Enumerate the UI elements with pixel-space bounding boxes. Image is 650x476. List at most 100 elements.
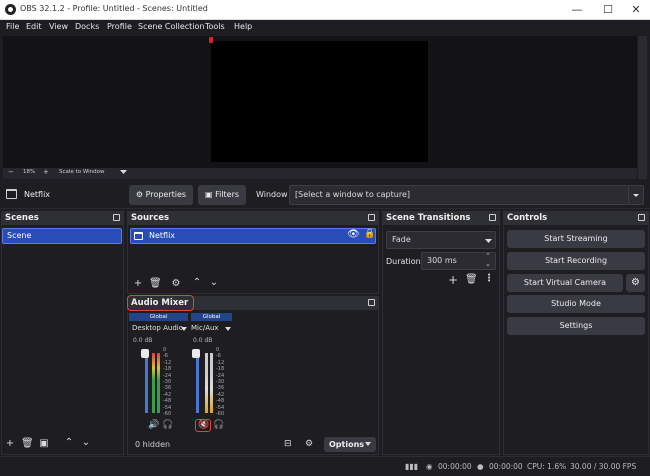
hidden-count[interactable]: 0 hidden [135, 440, 170, 449]
level-meter-mic-2 [210, 353, 213, 413]
dock-float-icon[interactable] [638, 214, 645, 221]
mixer-layout-icon[interactable]: ⊟ [284, 439, 292, 449]
source-properties-gear-icon[interactable]: ⚙ [170, 278, 182, 289]
menu-file[interactable]: File [6, 22, 19, 31]
options-label: Options [329, 440, 365, 449]
menu-help[interactable]: Help [234, 22, 252, 31]
add-source-icon[interactable]: + [132, 278, 144, 289]
remove-source-trash-icon[interactable]: 🗑 [149, 278, 162, 289]
filters-icon: ▣ [204, 190, 213, 199]
window-capture-icon [134, 232, 143, 240]
headphones-icon[interactable]: 🎧 [213, 420, 224, 430]
transition-more-icon[interactable]: ⋮ [483, 273, 495, 284]
scene-item[interactable]: Scene [2, 228, 122, 244]
scene-transitions-title: Scene Transitions [386, 213, 471, 223]
menu-scene-collection[interactable]: Scene Collection [138, 22, 205, 31]
window-title: OBS 32.1.2 - Profile: Untitled - Scenes:… [20, 4, 208, 13]
maximize-button[interactable]: ☐ [596, 2, 620, 17]
preview-canvas[interactable] [211, 41, 428, 162]
channel-db-desktop: 0.0 dB [133, 337, 153, 344]
volume-fader-desktop[interactable] [145, 353, 148, 413]
window-select[interactable]: [Select a window to capture] [289, 185, 629, 205]
close-button[interactable]: ✕ [624, 2, 648, 17]
speaker-icon[interactable]: 🔊 [148, 420, 159, 430]
menu-docks[interactable]: Docks [75, 22, 99, 31]
channel-name-desktop[interactable]: Desktop Audio [132, 324, 183, 332]
highlight-box [127, 295, 194, 311]
mixer-options-button[interactable]: Options [324, 437, 376, 452]
dock-float-icon[interactable] [113, 214, 120, 221]
level-meter-mic [205, 353, 208, 413]
menu-bar: File Edit View Docks Profile Scene Colle… [0, 20, 650, 36]
duration-down-icon[interactable]: ⌄ [485, 260, 491, 268]
remove-scene-trash-icon[interactable]: 🗑 [21, 438, 34, 449]
stream-status-icon: ◉ [426, 462, 433, 471]
studio-mode-button[interactable]: Studio Mode [507, 295, 645, 313]
move-scene-up-icon[interactable]: ⌃ [63, 437, 75, 448]
minimize-button[interactable]: — [565, 2, 589, 17]
move-source-down-icon[interactable]: ⌄ [208, 277, 220, 288]
start-recording-button[interactable]: Start Recording [507, 252, 645, 270]
meter-scale: 0 -6 -12 -18 -24 -30 -36 -42 -48 -54 -60 [163, 347, 172, 418]
menu-tools[interactable]: Tools [205, 22, 225, 31]
channel-name-mic[interactable]: Mic/Aux [191, 324, 219, 332]
virtual-camera-settings-gear-icon[interactable]: ⚙ [626, 274, 645, 292]
transition-select[interactable]: Fade [386, 231, 496, 249]
dock-float-icon[interactable] [368, 214, 375, 221]
preview-scrollbar[interactable] [638, 36, 647, 179]
dock-float-icon[interactable] [368, 299, 375, 306]
menu-view[interactable]: View [49, 22, 68, 31]
add-scene-icon[interactable]: + [4, 438, 16, 449]
add-transition-icon[interactable]: + [447, 273, 459, 287]
context-source-name: Netflix [24, 190, 51, 199]
title-bar: OBS 32.1.2 - Profile: Untitled - Scenes:… [0, 0, 650, 20]
source-item[interactable]: Netflix [130, 228, 376, 244]
channel-db-mic: 0.0 dB [193, 337, 213, 344]
move-source-up-icon[interactable]: ⌃ [191, 277, 203, 288]
start-virtual-camera-button[interactable]: Start Virtual Camera [507, 274, 623, 292]
duration-up-icon[interactable]: ⌃ [485, 252, 491, 260]
move-scene-down-icon[interactable]: ⌄ [80, 437, 92, 448]
sources-header: Sources [127, 211, 379, 225]
window-label: Window [256, 190, 288, 199]
menu-profile[interactable]: Profile [107, 22, 132, 31]
filters-button[interactable]: ▣ Filters [198, 185, 246, 205]
start-streaming-button[interactable]: Start Streaming [507, 230, 645, 248]
volume-fader-mic[interactable] [196, 353, 199, 413]
settings-button[interactable]: Settings [507, 317, 645, 335]
scene-transitions-header: Scene Transitions [382, 211, 500, 225]
cursor-marker [209, 37, 213, 43]
controls-header: Controls [503, 211, 649, 225]
properties-button[interactable]: ⚙ Properties [129, 185, 193, 205]
scenes-title: Scenes [5, 213, 39, 223]
transition-chevron-down-icon[interactable] [485, 237, 492, 246]
menu-edit[interactable]: Edit [26, 22, 42, 31]
lock-icon[interactable]: 🔒 [364, 229, 375, 239]
fader-handle-mic[interactable] [192, 349, 200, 358]
scene-filters-icon[interactable]: ▣ [38, 438, 50, 449]
zoom-in-button[interactable]: + [43, 168, 49, 176]
scenes-header: Scenes [1, 211, 124, 225]
controls-title: Controls [507, 213, 548, 223]
meter-scale: 0 -6 -12 -18 -24 -30 -36 -42 -48 -54 -60 [216, 347, 225, 418]
obs-logo-icon [5, 4, 16, 15]
channel-menu-chevron-down-icon[interactable] [225, 325, 231, 334]
zoom-level: 18% [23, 169, 36, 175]
remove-transition-trash-icon[interactable]: 🗑 [465, 274, 478, 285]
scale-mode-chevron-down-icon[interactable] [120, 170, 127, 177]
channel-scope-mic: Global [191, 313, 232, 321]
record-time: 00:00:00 [489, 462, 523, 471]
record-status-icon: ● [477, 462, 484, 471]
fader-handle-desktop[interactable] [141, 349, 149, 358]
status-bar: ▮▮▮ ◉ 00:00:00 ● 00:00:00 CPU: 1.6% 30.0… [0, 456, 650, 476]
scale-mode-select[interactable]: Scale to Window [59, 169, 105, 175]
window-select-chevron-down-icon[interactable] [628, 185, 644, 205]
visibility-eye-icon[interactable]: 👁 [347, 229, 360, 240]
dock-float-icon[interactable] [489, 214, 496, 221]
advanced-audio-gear-icon[interactable]: ⚙ [305, 439, 313, 449]
network-signal-icon: ▮▮▮ [405, 462, 419, 471]
headphones-icon[interactable]: 🎧 [162, 420, 173, 430]
zoom-out-button[interactable]: − [8, 168, 14, 176]
muted-speaker-icon[interactable]: 🔇 [198, 420, 209, 430]
channel-menu-chevron-down-icon[interactable] [181, 325, 187, 334]
